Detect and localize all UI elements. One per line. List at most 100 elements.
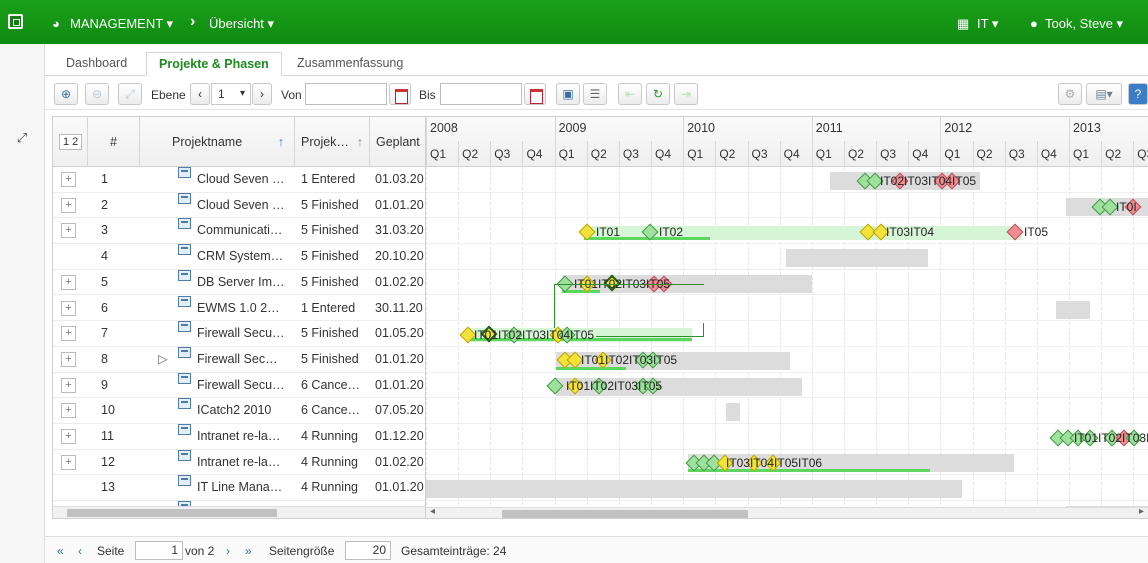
project-name-cell[interactable]: Cloud Seven … [152,192,292,218]
page-input[interactable]: 1 [135,541,183,560]
first-button[interactable]: ⇤ [618,83,642,105]
table-row[interactable]: +6 EWMS 1.0 2… 1 Entered 30.11.20 [53,295,425,322]
it-menu[interactable]: IT ▾ [977,16,998,32]
export-button[interactable]: ▤▾ [1086,83,1122,105]
app-logo-icon[interactable] [8,14,23,29]
link-button[interactable]: ▣ [556,83,580,105]
expand-row-button[interactable]: + [61,197,76,213]
ebene-next-button[interactable]: › [252,83,272,105]
last-button[interactable]: ⇥ [674,83,698,105]
status-cell: 4 Running [301,429,358,443]
project-name-cell[interactable]: ICatch2 2010 [152,398,292,423]
ebene-prev-button[interactable]: ‹ [190,83,210,105]
page-count: von 2 [185,544,215,558]
name-header[interactable]: Projektname ↑ [140,117,295,167]
page-size-label: Seitengröße [269,544,335,558]
project-name-cell[interactable]: IT Line Mana… [152,475,292,500]
table-row[interactable]: +7 Firewall Secu… 5 Finished 01.05.20 [53,321,425,347]
first-page-button[interactable]: « [57,544,64,558]
project-name-cell[interactable]: Communicati… [152,218,292,243]
gantt-bar-10[interactable] [726,403,740,421]
table-row[interactable]: +11 Intranet re-la… 4 Running 01.12.20 [53,424,425,450]
expand-row-button[interactable]: + [61,429,76,444]
expand-row-button[interactable]: + [61,172,76,187]
gantt-horizontal-scrollbar[interactable]: ◂ ▸ [426,506,1148,518]
expand-row-button[interactable]: + [61,454,76,470]
status-header[interactable]: Projek… ↑ [295,117,370,167]
quarter-divider [747,141,749,167]
sort-asc-icon: ↑ [277,135,284,149]
expand-row-button[interactable]: + [61,223,76,239]
gridline [1036,167,1038,518]
zoom-in-button[interactable]: ⊕ [54,83,78,105]
gantt-scroll-thumb[interactable] [502,510,748,518]
grid-scroll-thumb[interactable] [67,509,277,517]
project-name-cell[interactable]: Firewall Secu… [152,321,292,346]
last-page-button[interactable]: » [245,544,252,558]
zoom-out-button[interactable]: ⊖ [85,83,109,105]
table-row[interactable]: +1 Cloud Seven … 1 Entered 01.03.20 [53,167,425,193]
project-name-cell[interactable]: Firewall Secu… [152,372,292,398]
project-name-cell[interactable]: ▷ Firewall Sec… [152,346,292,372]
table-row[interactable]: +12 Intranet re-la… 4 Running 01.02.20 [53,449,425,476]
refresh-button[interactable]: ↻ [646,83,670,105]
table-row[interactable]: +3 Communicati… 5 Finished 31.03.20 [53,218,425,245]
management-menu[interactable]: MANAGEMENT ▾ [70,16,173,32]
project-name-cell[interactable]: EWMS 1.0 2… [152,295,292,321]
expand-row-button[interactable]: + [61,403,76,419]
year-divider [940,117,942,143]
gantt-bar-13[interactable] [426,480,962,498]
expand-icon[interactable]: ⤢ [14,130,30,146]
year-divider [554,117,556,143]
expand-row-button[interactable]: + [61,274,76,290]
expand-row-button[interactable]: + [61,300,76,316]
help-button[interactable]: ? [1128,83,1148,105]
project-name-cell[interactable]: Intranet re-la… [152,449,292,475]
tab-projekte-phasen[interactable]: Projekte & Phasen [146,52,282,76]
table-row[interactable]: +10 ICatch2 2010 6 Cance… 07.05.20 [53,398,425,424]
tree-toggle-icon[interactable]: ▷ [158,347,168,372]
gantt-bar-4[interactable] [786,249,928,267]
table-row[interactable]: +9 Firewall Secu… 6 Cance… 01.01.20 [53,372,425,399]
uebersicht-menu[interactable]: Übersicht ▾ [209,16,274,32]
expand-row-button[interactable]: + [61,377,76,393]
table-row[interactable]: +5 DB Server Im… 5 Finished 01.02.20 [53,269,425,296]
von-date-input[interactable] [305,83,387,105]
table-row[interactable]: 13 IT Line Mana… 4 Running 01.01.20 [53,475,425,502]
ebene-select[interactable]: 1 ▾ [211,83,251,105]
page-size-input[interactable]: 20 [345,541,391,560]
gear-icon[interactable]: ⚙ [1058,83,1082,105]
prev-page-button[interactable]: ‹ [78,544,82,558]
fit-view-button[interactable]: ⤢ [118,83,142,105]
project-name-cell[interactable]: CRM System… [152,244,292,269]
table-row[interactable]: +8 ▷ Firewall Sec… 5 Finished 01.01.20 [53,346,425,373]
list-button[interactable]: ☰ [583,83,607,105]
project-name-cell[interactable]: Intranet re-la… [152,424,292,449]
tab-zusammenfassung[interactable]: Zusammenfassung [297,56,403,70]
gridline [1101,167,1103,518]
von-calendar-icon[interactable] [389,83,411,105]
row-number: 9 [101,377,108,392]
quarter-divider [1036,141,1038,167]
tab-dashboard[interactable]: Dashboard [66,56,127,70]
level-header[interactable]: 1 2 [53,117,88,167]
quarter-label: Q3 [1008,147,1025,161]
status-cell: 5 Finished [301,351,359,366]
bis-date-input[interactable] [440,83,522,105]
planned-header[interactable]: Geplant [370,117,425,167]
expand-row-button[interactable]: + [61,351,76,367]
next-page-button[interactable]: › [226,544,230,558]
table-row[interactable]: 4 CRM System… 5 Finished 20.10.20 [53,244,425,270]
scroll-right-icon[interactable]: ▸ [1139,506,1144,517]
user-menu[interactable]: Took, Steve ▾ [1045,16,1123,32]
gridline [1133,167,1135,518]
num-header[interactable]: # [88,117,140,167]
project-name-cell[interactable]: Cloud Seven … [152,167,292,192]
expand-row-button[interactable]: + [61,326,76,342]
bis-calendar-icon[interactable] [524,83,546,105]
gantt-bar-6[interactable] [1056,301,1090,319]
scroll-left-icon[interactable]: ◂ [430,506,435,517]
project-name-cell[interactable]: DB Server Im… [152,269,292,295]
grid-horizontal-scrollbar[interactable] [53,506,425,518]
table-row[interactable]: +2 Cloud Seven … 5 Finished 01.01.20 [53,192,425,219]
